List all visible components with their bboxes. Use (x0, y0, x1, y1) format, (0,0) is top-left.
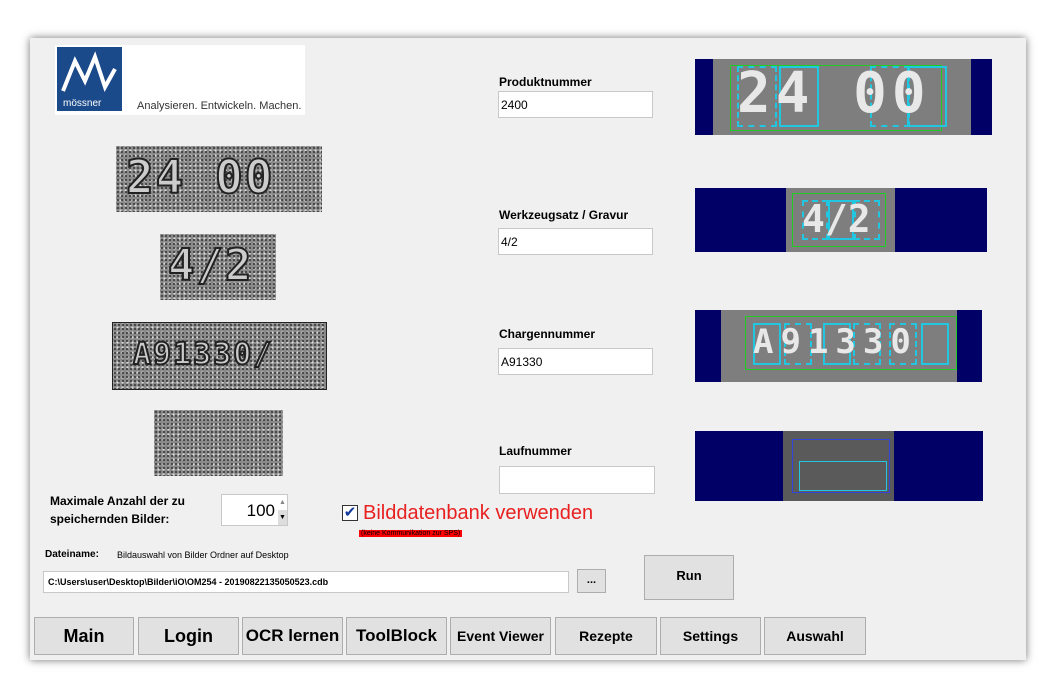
label-chargennummer: Chargennummer (499, 327, 596, 341)
main-window: mössner Analysieren. Entwickeln. Machen.… (30, 38, 1026, 660)
preview-image-4 (154, 410, 283, 476)
run-button[interactable]: Run (644, 555, 734, 600)
nav-settings-button[interactable]: Settings (660, 617, 761, 655)
label-produktnummer: Produktnummer (499, 75, 592, 89)
nav-auswahl-button[interactable]: Auswahl (764, 617, 866, 655)
preview-image-2-text: 4/2 (167, 239, 254, 292)
max-images-label-1: Maximale Anzahl der zu (50, 494, 185, 508)
logo-mark-icon: mössner (57, 47, 122, 111)
werkzeugsatz-field[interactable]: 4/2 (498, 228, 653, 255)
stepper-up-icon[interactable]: ▲ (278, 495, 287, 510)
max-images-stepper[interactable]: 100 ▲ ▼ (221, 494, 288, 526)
nav-login-button[interactable]: Login (138, 617, 239, 655)
ocr-result-4 (695, 431, 983, 501)
nav-event-viewer-button[interactable]: Event Viewer (450, 617, 551, 655)
ocr-result-2: 4/2 (695, 188, 987, 252)
stepper-down-icon[interactable]: ▼ (278, 510, 287, 525)
ocr-result-1: 24 00 (695, 59, 992, 135)
chargennummer-field[interactable]: A91330 (498, 348, 653, 375)
ocr-result-3-text: A91330 (753, 322, 918, 362)
preview-image-1-text: 24 00 (125, 149, 275, 205)
preview-image-3: A91330/ (112, 322, 327, 390)
filename-label: Dateiname: (45, 549, 99, 560)
nav-rezepte-button[interactable]: Rezepte (555, 617, 657, 655)
logo-tagline: Analysieren. Entwickeln. Machen. (137, 100, 302, 112)
logo-brand: mössner (63, 98, 102, 109)
label-werkzeugsatz: Werkzeugsatz / Gravur (499, 208, 629, 222)
preview-image-1: 24 00 (116, 146, 322, 212)
ocr-result-3: A91330 (695, 310, 982, 382)
database-checkbox[interactable]: ✔ (342, 505, 358, 521)
laufnummer-field[interactable] (499, 466, 655, 494)
label-laufnummer: Laufnummer (499, 444, 572, 458)
max-images-value[interactable]: 100 (247, 501, 275, 521)
nav-toolblock-button[interactable]: ToolBlock (346, 617, 447, 655)
logo: mössner Analysieren. Entwickeln. Machen. (55, 45, 305, 115)
browse-button[interactable]: ... (577, 569, 606, 593)
ocr-result-1-text: 24 00 (737, 61, 931, 126)
database-warning: (keine Kommunikation zur SPS) (359, 530, 463, 537)
preview-image-3-text: A91330/ (132, 336, 274, 373)
nav-main-button[interactable]: Main (34, 617, 134, 655)
ocr-result-2-text: 4/2 (802, 197, 871, 241)
max-images-label-2: speichernden Bilder: (50, 512, 170, 526)
preview-image-2: 4/2 (160, 234, 276, 300)
filename-hint: Bildauswahl von Bilder Ordner auf Deskto… (117, 550, 289, 560)
nav-ocr-lernen-button[interactable]: OCR lernen (242, 617, 343, 655)
produktnummer-field[interactable]: 2400 (498, 91, 653, 118)
filename-field[interactable]: C:\Users\user\Desktop\Bilder\iO\OM254 - … (43, 571, 569, 593)
database-label[interactable]: Bilddatenbank verwenden (363, 502, 593, 525)
